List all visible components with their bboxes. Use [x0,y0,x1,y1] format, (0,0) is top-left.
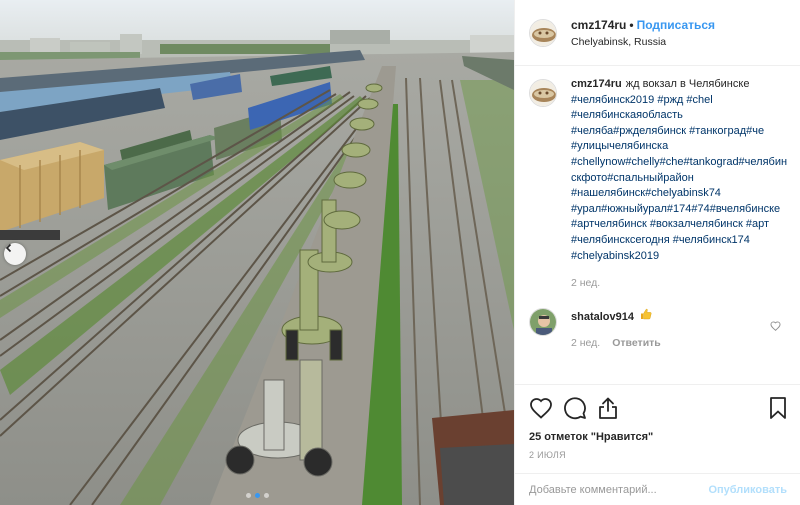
carousel-prev-button[interactable] [4,243,26,265]
avatar-image [530,308,556,335]
caption-hashtags[interactable]: #челябинск2019 #ржд #chel #челябинскаяоб… [571,93,789,265]
publish-button[interactable]: Опубликовать [708,484,787,496]
carousel-indicator [0,493,514,498]
bookmark-icon [770,397,786,419]
post-actions: 25 отметок "Нравится" 2 июля [515,384,800,460]
carousel-dot [263,493,269,498]
caption-timestamp[interactable]: 2 нед. [571,276,789,292]
reply-button[interactable]: Ответить [612,335,661,351]
post-location[interactable]: Chelyabinsk, Russia [571,35,715,49]
author-username[interactable]: cmz174ru [571,18,626,32]
post-date[interactable]: 2 июля [529,450,787,460]
carousel-dot [245,493,251,498]
comment-item: shatalov914 2 нед. Ответить [515,292,800,351]
comment-timestamp[interactable]: 2 нед. [571,335,600,351]
post-photo[interactable] [0,0,514,505]
commenter-username[interactable]: shatalov914 [571,311,634,323]
post-sidebar: cmz174ru • Подписаться Chelyabinsk, Russia… [514,0,800,505]
caption-text: жд вокзал в Челябинске [625,78,750,90]
save-button[interactable] [769,396,787,420]
caption-avatar[interactable] [529,79,557,107]
small-heart-icon [770,321,781,331]
share-icon [599,397,617,419]
heart-icon [530,398,552,419]
comments-list[interactable]: cmz174ru жд вокзал в Челябинске #челябинс… [515,67,800,385]
caption-username[interactable]: cmz174ru [571,78,622,90]
comment-button[interactable] [563,396,587,420]
avatar-image [530,80,556,106]
follow-button[interactable]: Подписаться [637,18,715,32]
commenter-avatar[interactable] [529,307,557,336]
comment-icon [564,397,586,420]
caption: cmz174ru жд вокзал в Челябинске #челябинс… [515,67,800,292]
chevron-left-icon [5,243,12,253]
author-avatar[interactable] [529,18,557,47]
carousel-dot-active [254,493,260,498]
post-header: cmz174ru • Подписаться Chelyabinsk, Russia [515,0,800,66]
thumbs-up-icon [640,308,652,325]
railway-yard-image [0,0,514,505]
avatar-image [530,19,556,46]
share-button[interactable] [597,396,619,420]
comment-input[interactable] [529,483,709,496]
like-button[interactable] [529,397,553,419]
likes-count[interactable]: 25 отметок "Нравится" [529,431,787,443]
separator-dot: • [629,17,634,32]
comment-like-button[interactable] [770,318,781,336]
add-comment-form: Опубликовать [515,473,800,505]
